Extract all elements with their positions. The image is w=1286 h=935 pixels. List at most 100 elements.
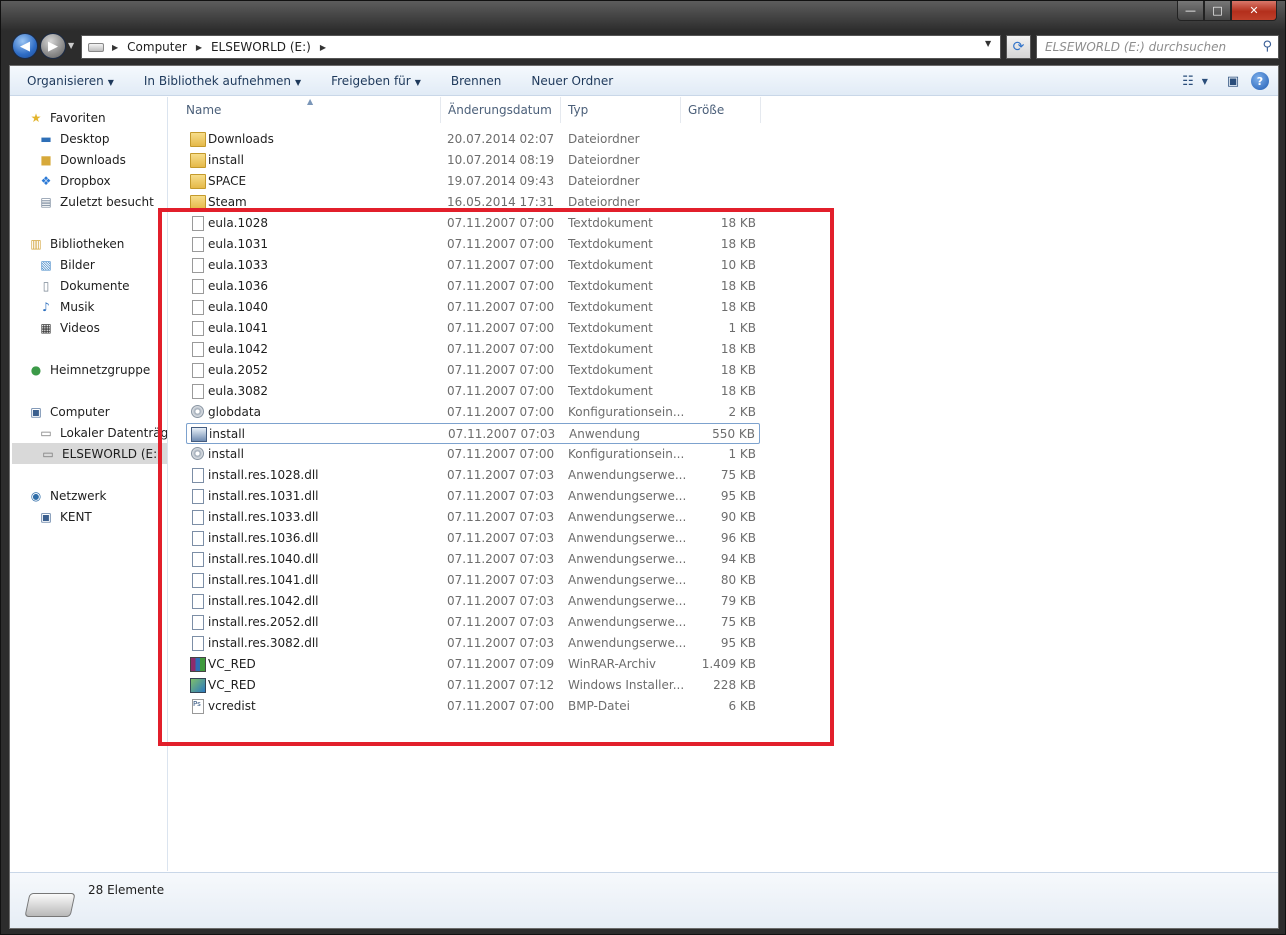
file-row[interactable]: install.res.2052.dll 07.11.2007 07:03 Anwe…	[186, 612, 760, 633]
dll-file-icon	[192, 552, 204, 567]
maximize-button[interactable]: □	[1204, 1, 1231, 21]
view-options-button[interactable]: ☷ ▼	[1180, 70, 1210, 92]
file-date: 10.07.2014 08:19	[447, 153, 555, 167]
file-row[interactable]: eula.1031 07.11.2007 07:00 Textdokument 18 …	[186, 234, 760, 255]
include-in-library-menu[interactable]: In Bibliothek aufnehmen ▼	[129, 74, 316, 88]
file-row[interactable]: eula.1042 07.11.2007 07:00 Textdokument 18 …	[186, 339, 760, 360]
nav-item-elseworld[interactable]: ▭ ELSEWORLD (E:)	[12, 443, 167, 464]
file-row[interactable]: install.res.1033.dll 07.11.2007 07:03 Anwe…	[186, 507, 760, 528]
file-row[interactable]: install.res.1031.dll 07.11.2007 07:03 Anwe…	[186, 486, 760, 507]
dll-file-icon	[192, 615, 204, 630]
nav-computer[interactable]: ▣ Computer	[28, 401, 109, 422]
column-size-label: Größe	[688, 103, 725, 117]
file-type: Konfigurationsein...	[568, 447, 685, 461]
file-row[interactable]: eula.2052 07.11.2007 07:00 Textdokument 18 …	[186, 360, 760, 381]
file-row[interactable]: VC_RED 07.11.2007 07:09 WinRAR-Archiv 1.409…	[186, 654, 760, 675]
breadcrumb-drive[interactable]: ELSEWORLD (E:)	[211, 40, 311, 54]
new-folder-button[interactable]: Neuer Ordner	[516, 74, 628, 88]
file-row[interactable]: VC_RED 07.11.2007 07:12 Windows Installer.…	[186, 675, 760, 696]
preview-pane-button[interactable]: ▣	[1218, 70, 1248, 92]
chevron-right-icon[interactable]: ▶	[196, 43, 202, 52]
organize-menu[interactable]: Organisieren ▼	[10, 74, 129, 88]
nav-network[interactable]: ◉ Netzwerk	[28, 485, 107, 506]
search-icon[interactable]: ⚲	[1262, 39, 1272, 54]
search-input[interactable]: ELSEWORLD (E:) durchsuchen ⚲	[1036, 35, 1279, 59]
chevron-right-icon[interactable]: ▶	[320, 43, 326, 52]
file-row[interactable]: install.res.1036.dll 07.11.2007 07:03 Anwe…	[186, 528, 760, 549]
nav-item-music[interactable]: ♪ Musik	[38, 296, 95, 317]
nav-item-label: Musik	[60, 299, 95, 314]
dll-file-icon	[192, 531, 204, 546]
file-type: Anwendung	[569, 427, 641, 441]
file-row[interactable]: install 07.11.2007 07:00 Konfigurationsein…	[186, 444, 760, 465]
back-arrow-icon: ◀	[20, 38, 30, 54]
file-name: install	[208, 153, 244, 167]
file-row[interactable]: install 07.11.2007 07:03 Anwendung 550 KB	[186, 423, 760, 444]
file-date: 07.11.2007 07:03	[447, 531, 555, 545]
forward-button[interactable]: ▶	[40, 33, 66, 59]
file-row[interactable]: install.res.1040.dll 07.11.2007 07:03 Anwe…	[186, 549, 760, 570]
nav-homegroup[interactable]: ● Heimnetzgruppe	[28, 359, 150, 380]
file-size: 94 KB	[720, 552, 756, 566]
address-dropdown[interactable]: ▼	[985, 39, 991, 48]
file-size: 96 KB	[720, 531, 756, 545]
file-date: 07.11.2007 07:00	[447, 237, 555, 251]
computer-icon: ▣	[30, 404, 42, 419]
file-type: Textdokument	[568, 237, 653, 251]
column-header-type[interactable]: Typ	[561, 97, 681, 123]
breadcrumb-computer[interactable]: Computer	[127, 40, 187, 54]
nav-item-label: ELSEWORLD (E:)	[62, 446, 162, 461]
refresh-button[interactable]: ⟳	[1006, 35, 1031, 59]
help-button[interactable]: ?	[1248, 70, 1278, 92]
nav-item-local-disk[interactable]: ▭ Lokaler Datenträger	[38, 422, 167, 443]
explorer-client: Organisieren ▼ In Bibliothek aufnehmen ▼ F…	[9, 65, 1279, 929]
file-row[interactable]: eula.1028 07.11.2007 07:00 Textdokument 18 …	[186, 213, 760, 234]
chevron-right-icon[interactable]: ▶	[112, 43, 118, 52]
file-row[interactable]: eula.1041 07.11.2007 07:00 Textdokument 1 K…	[186, 318, 760, 339]
nav-item-kent[interactable]: ▣ KENT	[38, 506, 91, 527]
folder-icon	[190, 132, 206, 147]
file-type: Textdokument	[568, 258, 653, 272]
file-row[interactable]: Ps vcredist 07.11.2007 07:00 BMP-Datei 6 KB	[186, 696, 760, 717]
installer-app-icon	[191, 427, 207, 442]
nav-item-recent[interactable]: ▤ Zuletzt besucht	[38, 191, 154, 212]
recent-pages-dropdown[interactable]: ▼	[68, 41, 74, 50]
nav-item-desktop[interactable]: ▬ Desktop	[38, 128, 109, 149]
back-button[interactable]: ◀	[12, 33, 38, 59]
file-row[interactable]: install.res.1041.dll 07.11.2007 07:03 Anwe…	[186, 570, 760, 591]
nav-item-pictures[interactable]: ▧ Bilder	[38, 254, 95, 275]
share-with-menu[interactable]: Freigeben für ▼	[316, 74, 436, 88]
minimize-button[interactable]: —	[1177, 1, 1204, 21]
nav-libraries[interactable]: ▥ Bibliotheken	[28, 233, 124, 254]
file-row[interactable]: Downloads 20.07.2014 02:07 Dateiordner	[186, 129, 760, 150]
column-header-size[interactable]: Größe	[681, 97, 761, 123]
file-row[interactable]: SPACE 19.07.2014 09:43 Dateiordner	[186, 171, 760, 192]
close-button[interactable]: ✕	[1231, 1, 1277, 21]
nav-item-downloads[interactable]: ■ Downloads	[38, 149, 126, 170]
share-with-label: Freigeben für	[331, 73, 411, 88]
nav-item-dropbox[interactable]: ❖ Dropbox	[38, 170, 111, 191]
file-row[interactable]: eula.1033 07.11.2007 07:00 Textdokument 10 …	[186, 255, 760, 276]
address-bar[interactable]: ▶ Computer ▶ ELSEWORLD (E:) ▶	[81, 35, 1001, 59]
nav-item-videos[interactable]: ▦ Videos	[38, 317, 100, 338]
dropdown-arrow-icon: ▼	[1201, 76, 1208, 86]
file-name: eula.3082	[208, 384, 269, 398]
column-header-date[interactable]: Änderungsdatum	[441, 97, 561, 123]
file-row[interactable]: install 10.07.2014 08:19 Dateiordner	[186, 150, 760, 171]
column-header-name[interactable]: Name ▲	[170, 97, 441, 123]
file-row[interactable]: eula.1036 07.11.2007 07:00 Textdokument 18 …	[186, 276, 760, 297]
nav-favorites[interactable]: ★ Favoriten	[28, 107, 106, 128]
file-row[interactable]: install.res.1042.dll 07.11.2007 07:03 Anwe…	[186, 591, 760, 612]
new-folder-label: Neuer Ordner	[531, 73, 614, 88]
file-row[interactable]: Steam 16.05.2014 17:31 Dateiordner	[186, 192, 760, 213]
file-row[interactable]: install.res.3082.dll 07.11.2007 07:03 Anwe…	[186, 633, 760, 654]
burn-button[interactable]: Brennen	[436, 74, 516, 88]
nav-item-documents[interactable]: ▯ Dokumente	[38, 275, 130, 296]
file-row[interactable]: globdata 07.11.2007 07:00 Konfigurationsei…	[186, 402, 760, 423]
file-name: install	[209, 427, 245, 441]
file-row[interactable]: eula.1040 07.11.2007 07:00 Textdokument 18 …	[186, 297, 760, 318]
file-row[interactable]: install.res.1028.dll 07.11.2007 07:03 Anwe…	[186, 465, 760, 486]
downloads-folder-icon: ■	[40, 152, 52, 167]
file-size: 80 KB	[720, 573, 756, 587]
file-row[interactable]: eula.3082 07.11.2007 07:00 Textdokument 18 …	[186, 381, 760, 402]
